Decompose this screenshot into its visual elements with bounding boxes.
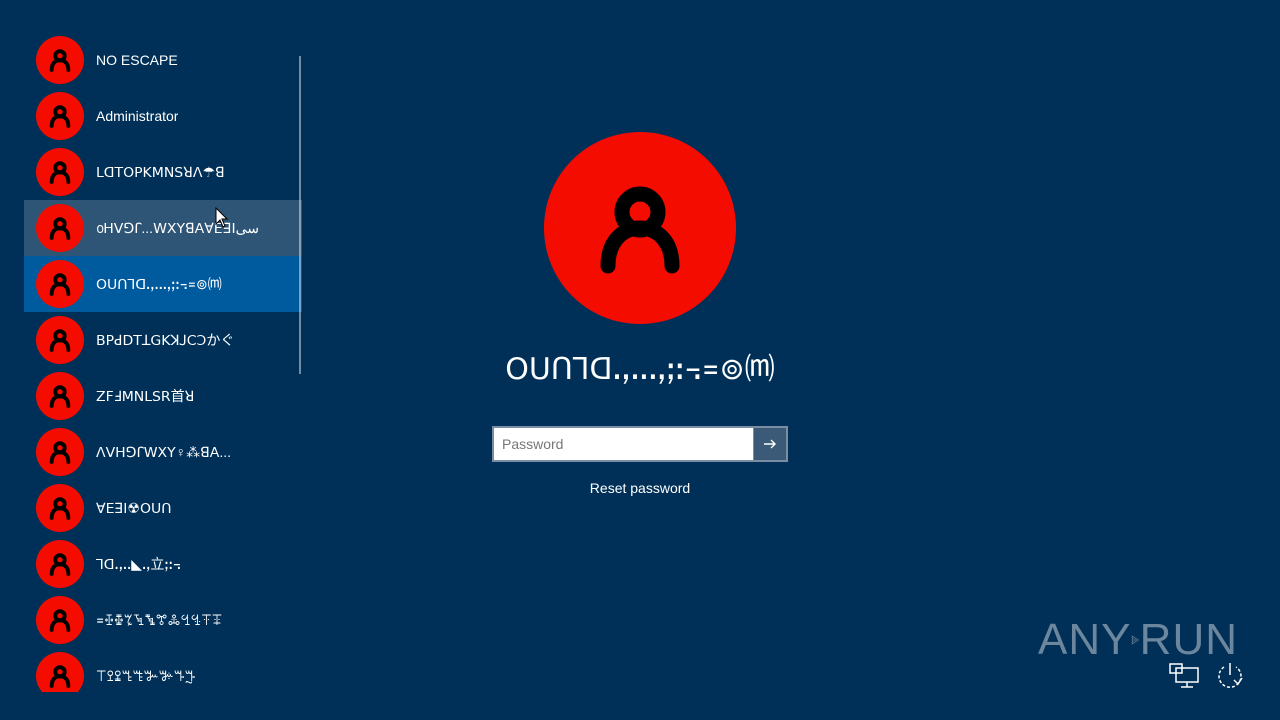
arrow-right-icon bbox=[764, 439, 776, 449]
user-avatar bbox=[36, 652, 84, 692]
selected-user-name: ꓳꓴꓵꓶꓷꓸꓹꓺꓻꓼꓽ꓾꓿⊚⒨ bbox=[505, 352, 775, 387]
user-avatar bbox=[36, 36, 84, 84]
submit-button[interactable] bbox=[753, 428, 786, 460]
user-name: ꓶꓷꓸꓹꓺ◣ꓻ立ꓼꓽ꓾ bbox=[96, 556, 182, 572]
user-list-item[interactable]: ꓿ꔀꔁꔂꔃꔄꔅꔆꔇꔈꔉꔊ bbox=[24, 592, 302, 648]
user-list-scrollbar[interactable] bbox=[299, 56, 301, 374]
user-icon bbox=[49, 273, 71, 296]
network-button[interactable] bbox=[1168, 660, 1200, 690]
user-list: NO ESCAPE Administrator ꓡꓷꓔꓳꓑꓗꓟꓠꓢꓤꓥ☂ꓭ ൦ꓧꓦꓨꓩ… bbox=[24, 32, 302, 692]
user-name: ꓿ꔀꔁꔂꔃꔄꔅꔆꔇꔈꔉꔊ bbox=[96, 611, 223, 628]
user-name: ꓥꓦꓧꓨꓩꓪꓫꓬ♀⁂ꓭꓮ... bbox=[96, 443, 232, 460]
user-list-item[interactable]: ꓥꓦꓧꓨꓩꓪꓫꓬ♀⁂ꓭꓮ... bbox=[24, 424, 302, 480]
user-icon bbox=[49, 329, 71, 352]
user-name: ꓐꓑꓒꓓꓔꓕꓖꓗꓘꓙꓚꓛかぐ bbox=[96, 332, 235, 348]
user-avatar bbox=[36, 428, 84, 476]
user-icon bbox=[49, 441, 71, 464]
user-avatar bbox=[36, 372, 84, 420]
user-list-item[interactable]: NO ESCAPE bbox=[24, 32, 302, 88]
user-icon bbox=[49, 665, 71, 688]
user-icon bbox=[49, 553, 71, 576]
watermark-right: RUN bbox=[1139, 615, 1238, 664]
user-list-item[interactable]: ꓜꓝꓞꓟꓠꓡꓢꓣ首ꓤ bbox=[24, 368, 302, 424]
selected-user-avatar bbox=[544, 132, 736, 324]
user-icon bbox=[49, 385, 71, 408]
user-avatar bbox=[36, 92, 84, 140]
network-icon bbox=[1169, 663, 1199, 688]
mouse-cursor-icon bbox=[215, 207, 229, 228]
power-button[interactable] bbox=[1214, 660, 1246, 690]
user-icon bbox=[600, 186, 680, 274]
user-name: ꓳꓴꓵꓶꓷꓸꓹꓺꓻꓼꓽ꓾꓿⊚⒨ bbox=[96, 276, 222, 292]
user-avatar bbox=[36, 148, 84, 196]
anyrun-watermark: ANY RUN bbox=[1038, 608, 1238, 672]
user-list-item[interactable]: ꓡꓷꓔꓳꓑꓗꓟꓠꓢꓤꓥ☂ꓭ bbox=[24, 144, 302, 200]
user-name: ൦ꓧꓦꓨꓩ...ꓪꓫꓬꓭꓮꓯꓰꓱꓲسی bbox=[96, 219, 260, 236]
user-list-item[interactable]: ꓳꓴꓵꓶꓷꓸꓹꓺꓻꓼꓽ꓾꓿⊚⒨ bbox=[24, 256, 302, 312]
user-list-item[interactable]: Administrator bbox=[24, 88, 302, 144]
user-rows: NO ESCAPE Administrator ꓡꓷꓔꓳꓑꓗꓟꓠꓢꓤꓥ☂ꓭ ൦ꓧꓦꓨꓩ… bbox=[24, 32, 302, 692]
user-icon bbox=[49, 609, 71, 632]
reset-password-link[interactable]: Reset password bbox=[540, 480, 740, 496]
user-icon bbox=[49, 497, 71, 520]
user-name: ꔋꔌꔍꔎꔏꔐꔑꔒꔓ bbox=[96, 667, 196, 684]
user-list-item[interactable]: ꓯꓰꓱꓲ☢ꓳꓴꓵ bbox=[24, 480, 302, 536]
user-name: ꓡꓷꓔꓳꓑꓗꓟꓠꓢꓤꓥ☂ꓭ bbox=[96, 163, 225, 180]
user-name: NO ESCAPE bbox=[96, 52, 178, 68]
user-name: ꓯꓰꓱꓲ☢ꓳꓴꓵ bbox=[96, 499, 172, 516]
user-list-item[interactable]: ൦ꓧꓦꓨꓩ...ꓪꓫꓬꓭꓮꓯꓰꓱꓲسی bbox=[24, 200, 302, 256]
password-input[interactable] bbox=[494, 428, 753, 460]
user-avatar bbox=[36, 260, 84, 308]
user-list-item[interactable]: ꓐꓑꓒꓓꓔꓕꓖꓗꓘꓙꓚꓛかぐ bbox=[24, 312, 302, 368]
power-icon bbox=[1218, 663, 1243, 688]
password-field bbox=[492, 426, 788, 462]
play-icon bbox=[1132, 635, 1140, 645]
user-avatar bbox=[36, 596, 84, 644]
user-avatar bbox=[36, 316, 84, 364]
user-list-item[interactable]: ꓶꓷꓸꓹꓺ◣ꓻ立ꓼꓽ꓾ bbox=[24, 536, 302, 592]
user-icon bbox=[49, 105, 71, 128]
user-icon bbox=[49, 161, 71, 184]
user-name: ꓜꓝꓞꓟꓠꓡꓢꓣ首ꓤ bbox=[96, 388, 195, 404]
user-list-item[interactable]: ꔋꔌꔍꔎꔏꔐꔑꔒꔓ bbox=[24, 648, 302, 692]
user-avatar bbox=[36, 204, 84, 252]
user-icon bbox=[49, 217, 71, 240]
watermark-left: ANY bbox=[1038, 615, 1132, 664]
user-avatar bbox=[36, 484, 84, 532]
user-icon bbox=[49, 49, 71, 72]
user-name: Administrator bbox=[96, 108, 179, 124]
user-avatar bbox=[36, 540, 84, 588]
